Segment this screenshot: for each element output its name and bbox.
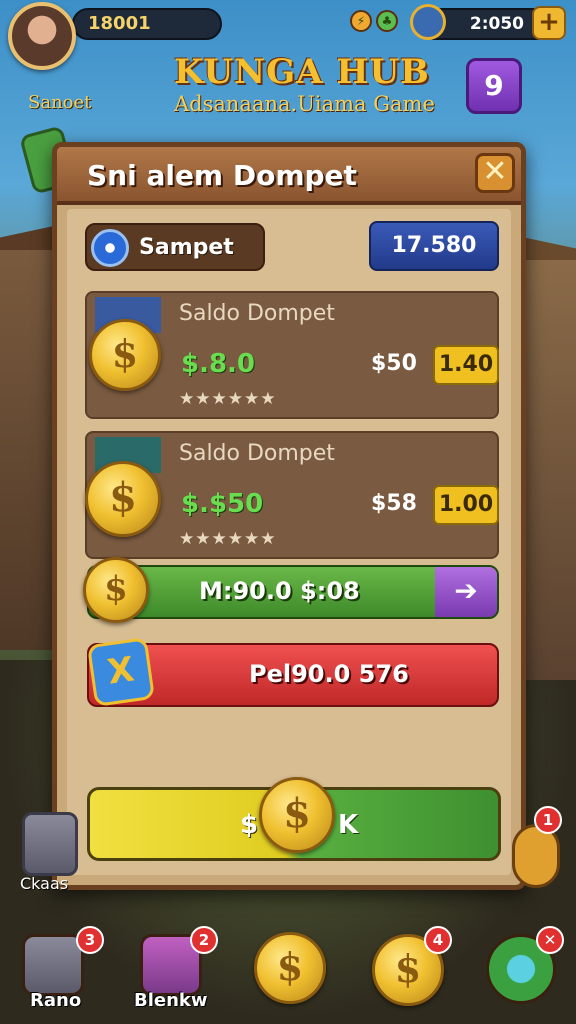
dock-label: Blenkw <box>134 990 208 1011</box>
wallet-label: Sampet <box>139 235 234 260</box>
wallet-modal: Sni alem Dompet ✕ Sampet 17.580 Saldo Do… <box>52 142 526 890</box>
card-buy-button[interactable]: 1.00 <box>433 485 499 525</box>
confirm-button-right: K <box>338 810 359 840</box>
card-title: Saldo Dompet <box>179 301 335 326</box>
coin-icon: $ <box>259 777 335 853</box>
notification-badge: 3 <box>76 926 104 954</box>
game-subtitle: Adsanaana.Uiama Game <box>174 92 435 116</box>
coin-icon: $ <box>89 319 161 391</box>
status-icons: ⚡ ♣ <box>350 10 398 32</box>
cross-tools-icon: X <box>86 637 156 707</box>
side-chest-icon[interactable] <box>22 812 78 876</box>
game-title: KUNGA HUB <box>174 52 430 92</box>
notification-badge: 1 <box>534 806 562 834</box>
exchange-bar-text: M:90.0 $:08 <box>199 577 360 605</box>
coin-icon: $ <box>83 557 149 623</box>
close-badge[interactable]: ✕ <box>536 926 564 954</box>
wallet-chip[interactable]: Sampet <box>85 223 265 271</box>
gem-counter-value: 2:050 <box>469 14 524 34</box>
card-stars: ★★★★★★ <box>179 389 277 409</box>
notification-badge: 4 <box>424 926 452 954</box>
card-price: $58 <box>371 491 417 516</box>
player-avatar[interactable] <box>8 2 76 70</box>
confirm-button-left: $ <box>240 810 259 840</box>
player-name: Sanoet <box>28 92 92 113</box>
dock-label: Rano <box>30 990 82 1011</box>
card-stars: ★★★★★★ <box>179 529 277 549</box>
card-price: $50 <box>371 351 417 376</box>
modal-title: Sni alem Dompet <box>87 159 357 192</box>
close-button[interactable]: ✕ <box>475 153 515 193</box>
dock-item-rano[interactable] <box>22 934 84 996</box>
withdraw-bar-text: Pel90.0 576 <box>249 660 409 688</box>
side-left-label: Ckaas <box>20 874 69 893</box>
coin-counter: 18001 <box>72 8 222 40</box>
clover-icon: ♣ <box>376 10 398 32</box>
notification-badge: 2 <box>190 926 218 954</box>
gem-icon <box>410 4 446 40</box>
dock-coin-button[interactable]: $ <box>254 932 326 1004</box>
arrow-right-icon[interactable]: ➔ <box>435 567 497 617</box>
coin-counter-value: 18001 <box>88 13 151 34</box>
level-badge[interactable]: 9 <box>466 58 522 114</box>
coin-icon: $ <box>85 461 161 537</box>
energy-icon: ⚡ <box>350 10 372 32</box>
wallet-icon <box>91 229 129 267</box>
card-amount: $.$50 <box>181 489 264 519</box>
card-amount: $.8.0 <box>181 349 256 379</box>
balance-display: 17.580 <box>369 221 499 271</box>
card-title: Saldo Dompet <box>179 441 335 466</box>
modal-header: Sni alem Dompet ✕ <box>57 147 521 205</box>
card-buy-button[interactable]: 1.40 <box>433 345 499 385</box>
side-right-icon[interactable] <box>512 824 560 888</box>
add-currency-button[interactable]: + <box>532 6 566 40</box>
